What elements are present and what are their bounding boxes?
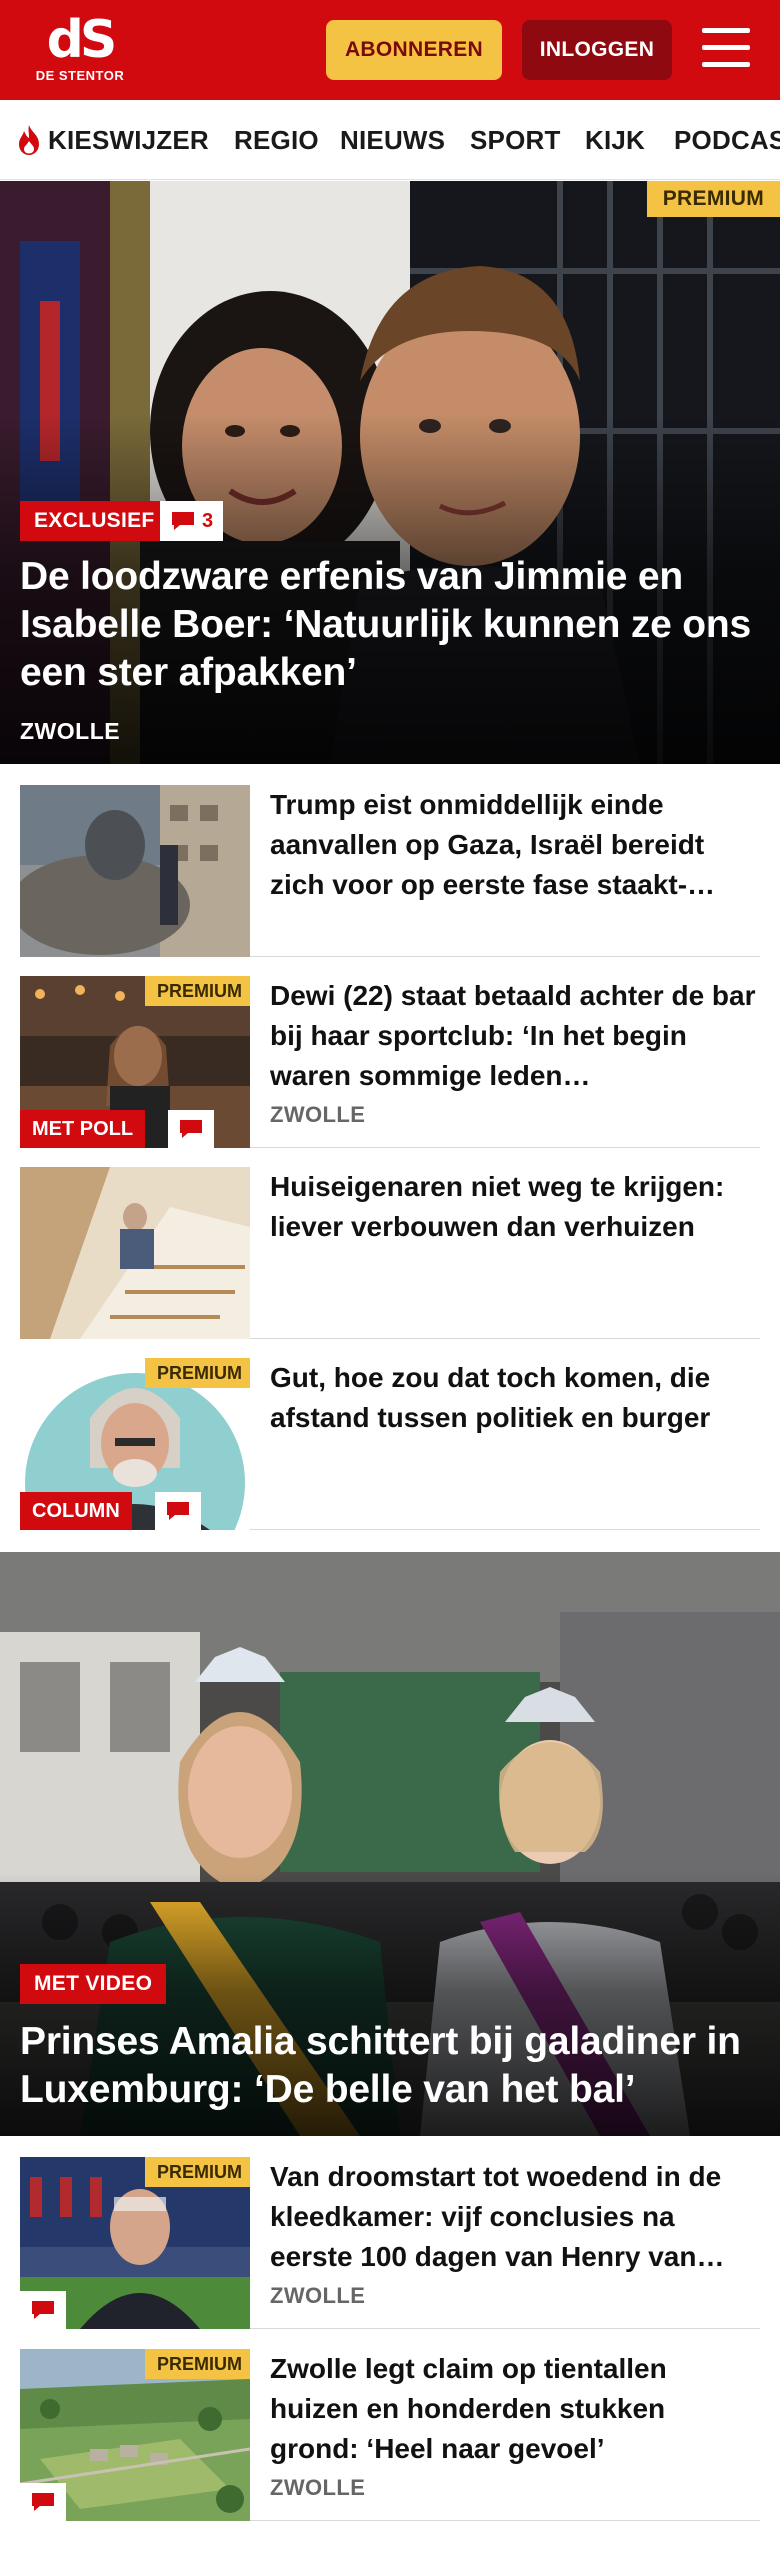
premium-badge: PREMIUM xyxy=(145,1358,250,1388)
poll-tag: MET POLL xyxy=(20,1110,146,1148)
flame-icon xyxy=(19,125,39,155)
comment-button[interactable] xyxy=(168,1110,214,1148)
comment-icon xyxy=(180,1120,202,1138)
site-logo[interactable]: dS DE STENTOR xyxy=(20,14,140,88)
exclusive-tag: EXCLUSIEF xyxy=(20,501,169,541)
comment-button[interactable] xyxy=(20,2291,66,2329)
comment-button[interactable] xyxy=(20,2483,66,2521)
list-item[interactable]: PREMIUM MET POLL Dewi (22) staat betaald… xyxy=(20,976,760,1148)
article-headline[interactable]: Van droomstart tot woedend in de kleedka… xyxy=(270,2157,760,2277)
nav-item-podcasts[interactable]: PODCAS xyxy=(674,100,780,179)
premium-badge: PREMIUM xyxy=(145,2157,250,2187)
article-headline[interactable]: Trump eist onmiddellijk einde aanvallen … xyxy=(270,785,760,905)
nav-item-regio[interactable]: REGIO xyxy=(234,100,319,179)
article-category: ZWOLLE xyxy=(270,1102,366,1127)
hero-article-video[interactable]: MET VIDEO Prinses Amalia schittert bij g… xyxy=(0,1552,780,2136)
article-category: ZWOLLE xyxy=(270,2475,366,2500)
article-thumbnail xyxy=(20,785,250,957)
list-item[interactable]: PREMIUM Zwolle legt claim op tientallen … xyxy=(20,2349,760,2521)
article-thumbnail xyxy=(20,1167,250,1339)
comment-icon xyxy=(32,2493,54,2511)
premium-badge: PREMIUM xyxy=(646,181,780,217)
article-category: ZWOLLE xyxy=(270,2283,366,2308)
login-button[interactable]: INLOGGEN xyxy=(522,20,672,80)
comment-icon xyxy=(172,512,194,530)
list-item[interactable]: PREMIUM Van droomstart tot woedend in de… xyxy=(20,2157,760,2329)
article-headline[interactable]: Zwolle legt claim op tientallen huizen e… xyxy=(270,2349,760,2469)
hamburger-icon[interactable] xyxy=(700,24,752,72)
hero-headline[interactable]: De loodzware erfenis van Jimmie en Isabe… xyxy=(20,553,760,697)
column-tag: COLUMN xyxy=(20,1492,132,1530)
hero-article[interactable]: PREMIUM EXCLUSIEF 3 De loodzware erfenis… xyxy=(0,181,780,764)
nav-item-nieuws[interactable]: NIEUWS xyxy=(340,100,445,179)
video-tag: MET VIDEO xyxy=(20,1964,167,2004)
nav-item-sport[interactable]: SPORT xyxy=(470,100,561,179)
nav-item-kijk[interactable]: KIJK xyxy=(585,100,645,179)
site-header: dS DE STENTOR ABONNEREN INLOGGEN xyxy=(0,0,780,100)
premium-badge: PREMIUM xyxy=(145,2349,250,2379)
comment-icon xyxy=(167,1502,189,1520)
list-item[interactable]: Trump eist onmiddellijk einde aanvallen … xyxy=(20,785,760,957)
article-headline[interactable]: Dewi (22) staat betaald achter de bar bi… xyxy=(270,976,760,1096)
subscribe-button[interactable]: ABONNEREN xyxy=(326,20,502,80)
nav-item-kieswijzer[interactable]: KIESWIJZER xyxy=(16,100,209,179)
list-item[interactable]: PREMIUM COLUMN Gut, hoe zou dat toch kom… xyxy=(20,1358,760,1530)
comment-count[interactable]: 3 xyxy=(160,501,224,541)
logo-name: DE STENTOR xyxy=(35,68,125,83)
nav-label: KIESWIJZER xyxy=(48,124,209,155)
premium-badge: PREMIUM xyxy=(145,976,250,1006)
logo-mark: dS xyxy=(46,10,118,70)
article-headline[interactable]: Huiseigenaren niet weg te krijgen: lieve… xyxy=(270,1167,760,1247)
section-nav: KIESWIJZER REGIO NIEUWS SPORT KIJK PODCA… xyxy=(0,100,780,180)
hero-category: ZWOLLE xyxy=(20,718,121,744)
comment-button[interactable] xyxy=(155,1492,201,1530)
hero-headline[interactable]: Prinses Amalia schittert bij galadiner i… xyxy=(20,2018,760,2114)
comment-icon xyxy=(32,2301,54,2319)
list-item[interactable]: Huiseigenaren niet weg te krijgen: lieve… xyxy=(20,1167,760,1339)
article-headline[interactable]: Gut, hoe zou dat toch komen, die afstand… xyxy=(270,1358,760,1438)
comment-count-value: 3 xyxy=(202,509,214,532)
